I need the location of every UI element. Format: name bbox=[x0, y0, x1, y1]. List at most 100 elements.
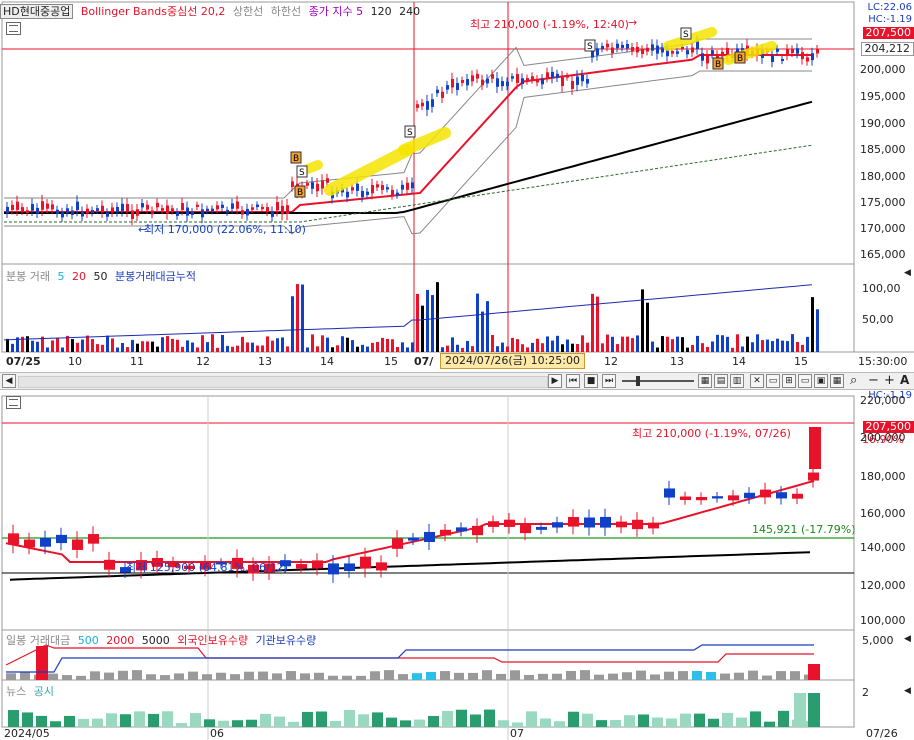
minus-icon[interactable]: − bbox=[868, 373, 879, 388]
pane-collapse-icon[interactable]: ◀ bbox=[904, 268, 911, 278]
daily-candle-body bbox=[712, 496, 723, 499]
candle-body bbox=[556, 73, 559, 78]
volume-bar bbox=[51, 340, 54, 352]
volume-bar bbox=[616, 344, 619, 352]
vol-ma500-label: 500 bbox=[77, 634, 99, 647]
candle-body bbox=[436, 89, 439, 94]
daily-grid-settings-icon[interactable] bbox=[6, 396, 21, 409]
grid-settings-icon[interactable] bbox=[6, 22, 21, 35]
daily-chart-panel[interactable]: HC:-1.19 207,500 16.90% 최고 210,000 (-1.1… bbox=[0, 390, 914, 740]
volume-bar bbox=[321, 335, 324, 352]
daily-candle-body bbox=[584, 517, 595, 528]
candle-body bbox=[581, 74, 584, 82]
news-bar bbox=[400, 720, 411, 727]
tool-icon[interactable]: ▣ bbox=[814, 374, 828, 388]
tool-icon[interactable]: ▦ bbox=[830, 374, 844, 388]
daily-volume-bar bbox=[580, 670, 590, 680]
volume-tick-50: 50,00 bbox=[862, 313, 894, 326]
volume-bar bbox=[381, 337, 384, 352]
volume-bar bbox=[166, 336, 169, 352]
font-icon[interactable]: A bbox=[900, 373, 909, 387]
daily-ma-red bbox=[5, 479, 815, 563]
daily-volume-bar bbox=[314, 672, 324, 680]
candle-body bbox=[56, 209, 59, 214]
daily-volume-bar bbox=[188, 671, 198, 680]
news-pane-collapse-icon[interactable]: ◀ bbox=[904, 686, 911, 696]
plus-icon[interactable]: + bbox=[884, 373, 895, 388]
chart-toolbar: ◀ ▶ ⏮ ■ ⏭ ▦ ▤ ▥ ✕ ▭ ⊞ ▭ ▣ ▦ ⌕ − + A bbox=[0, 372, 914, 390]
layout-icon[interactable]: ▤ bbox=[714, 374, 728, 388]
candle-body bbox=[96, 208, 99, 211]
daily-candle-body bbox=[568, 517, 579, 527]
news-bar bbox=[414, 719, 425, 727]
daily-pane-collapse-icon[interactable]: ◀ bbox=[904, 634, 911, 644]
stock-name-box[interactable]: HD현대중공업 bbox=[0, 4, 74, 19]
minute-chart-canvas[interactable]: BSBSSSBB→← bbox=[0, 0, 914, 372]
volume-bar bbox=[56, 337, 59, 352]
tool-icon[interactable]: ⊞ bbox=[782, 374, 796, 388]
volume-bar bbox=[331, 347, 334, 352]
candle-body bbox=[466, 79, 469, 86]
prev-end-icon[interactable]: ⏮ bbox=[566, 374, 580, 388]
time-tick-label: 14 bbox=[732, 355, 746, 368]
volume-bar bbox=[431, 295, 434, 352]
news-bar bbox=[22, 712, 33, 727]
volume-bar bbox=[361, 344, 364, 352]
volume-bar bbox=[371, 342, 374, 352]
candle-body bbox=[211, 208, 214, 212]
daily-candle-body bbox=[696, 496, 707, 501]
news-bar bbox=[694, 713, 705, 727]
volume-bar bbox=[601, 343, 604, 352]
candle-body bbox=[676, 51, 679, 54]
bollinger-label[interactable]: Bollinger Bands중심선 20,2 bbox=[81, 5, 226, 18]
close-index-label[interactable]: 종가 지수 5 bbox=[309, 5, 363, 18]
news-bar bbox=[288, 721, 299, 727]
candle-body bbox=[596, 48, 599, 56]
scroll-left-icon[interactable]: ◀ bbox=[2, 374, 16, 388]
daily-volume-bar bbox=[496, 673, 506, 680]
candle-body bbox=[506, 81, 509, 87]
search-icon[interactable]: ⌕ bbox=[850, 373, 857, 388]
candle-body bbox=[406, 182, 409, 190]
scroll-track[interactable] bbox=[18, 376, 548, 388]
chart-icon[interactable]: ▥ bbox=[730, 374, 744, 388]
daily-price-tick-label: 160,000 bbox=[860, 507, 906, 520]
candle-body bbox=[696, 41, 699, 49]
candle-body bbox=[346, 191, 349, 198]
volume-bar bbox=[646, 302, 649, 352]
next-end-icon[interactable]: ⏭ bbox=[602, 374, 616, 388]
daily-candle-body bbox=[424, 531, 435, 542]
high-arrow-icon: → bbox=[628, 16, 637, 29]
daily-candle-body bbox=[56, 534, 67, 544]
tool-icon[interactable]: ✕ bbox=[750, 374, 764, 388]
tool-icon[interactable]: ▭ bbox=[766, 374, 780, 388]
candle-body bbox=[26, 210, 29, 213]
daily-price-tick-label: 140,000 bbox=[860, 541, 906, 554]
daily-candle-body bbox=[408, 537, 419, 541]
volume-bar bbox=[176, 339, 179, 352]
zoom-handle[interactable] bbox=[636, 376, 640, 386]
time-tick-label: 15 bbox=[794, 355, 808, 368]
volume-bar bbox=[346, 337, 349, 352]
pause-icon[interactable]: ■ bbox=[584, 374, 598, 388]
price-legend: HD현대중공업 Bollinger Bands중심선 20,2 상한선 하한선 … bbox=[0, 3, 420, 19]
zoom-slider-icon[interactable] bbox=[622, 380, 694, 382]
volume-bar bbox=[656, 347, 659, 352]
foreign-holding-line bbox=[5, 644, 814, 666]
signal-marker: B bbox=[712, 57, 724, 70]
volume-bar bbox=[586, 342, 589, 352]
tool-icon[interactable]: ▭ bbox=[798, 374, 812, 388]
volume-bar bbox=[66, 335, 69, 352]
volume-bar bbox=[246, 342, 249, 352]
volume-bar bbox=[191, 342, 194, 352]
signal-marker: S bbox=[584, 39, 596, 52]
candle-body bbox=[151, 210, 154, 215]
news-bar bbox=[470, 714, 481, 727]
minute-chart-panel[interactable]: B S B S S S B B → ← HD현대중공업 Bollinger Bands중심선 20… bbox=[0, 0, 914, 372]
candle-body bbox=[536, 78, 539, 83]
news-bar bbox=[372, 712, 383, 727]
daily-volume-bar bbox=[552, 673, 562, 680]
moving-average-120 bbox=[4, 100, 813, 214]
grid-icon[interactable]: ▦ bbox=[698, 374, 712, 388]
scroll-right-icon[interactable]: ▶ bbox=[548, 374, 562, 388]
